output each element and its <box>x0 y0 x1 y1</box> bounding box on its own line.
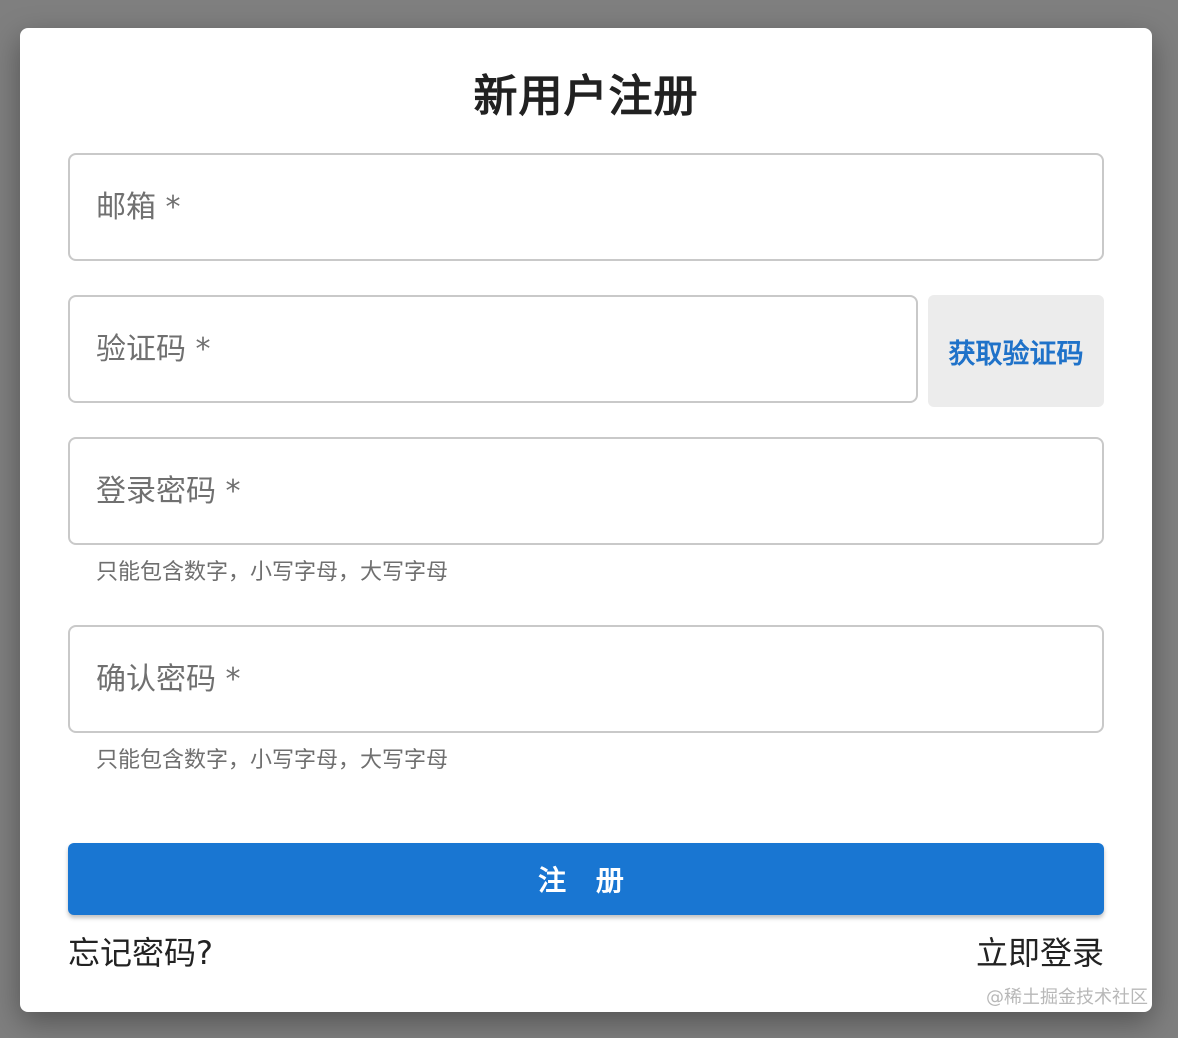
login-link[interactable]: 立即登录 <box>976 931 1104 975</box>
password-helper-text: 只能包含数字，小写字母，大写字母 <box>96 560 449 585</box>
dialog-title: 新用户注册 <box>473 71 699 122</box>
password-field[interactable] <box>68 437 1104 545</box>
verification-code-input[interactable] <box>70 297 916 401</box>
confirm-password-helper-text: 只能包含数字，小写字母，大写字母 <box>96 748 449 773</box>
password-input[interactable] <box>70 439 1102 543</box>
forgot-password-link[interactable]: 忘记密码? <box>68 931 213 975</box>
watermark: @稀土掘金技术社区 <box>986 987 1148 1008</box>
confirm-password-input[interactable] <box>70 627 1102 731</box>
register-button[interactable]: 注 册 <box>68 843 1104 915</box>
get-code-button[interactable]: 获取验证码 <box>928 295 1104 407</box>
email-input[interactable] <box>70 155 1102 259</box>
register-dialog: 新用户注册 获取验证码 只能包含数字，小写字母，大写字母 只能包含数字，小写字母… <box>20 28 1152 1012</box>
verification-code-field[interactable] <box>68 295 918 403</box>
confirm-password-field[interactable] <box>68 625 1104 733</box>
email-field[interactable] <box>68 153 1104 261</box>
